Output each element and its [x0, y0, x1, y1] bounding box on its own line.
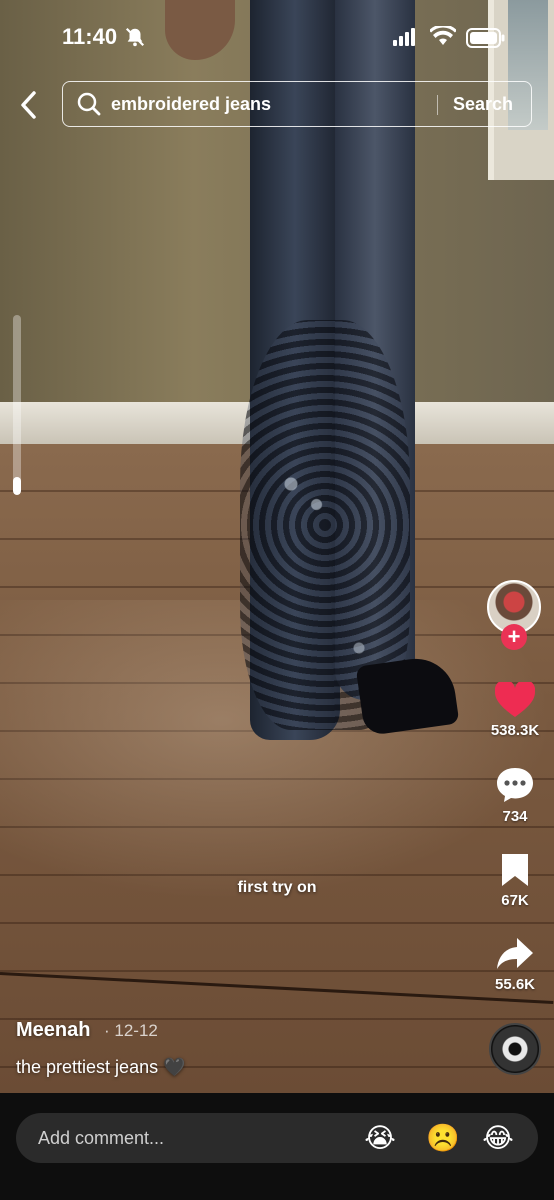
creator-avatar-group[interactable]: +: [482, 580, 548, 650]
battery-icon: [466, 28, 505, 48]
search-button[interactable]: Search: [453, 94, 513, 115]
author-name[interactable]: Meenah: [16, 1019, 90, 1042]
bell-slash-icon: [125, 27, 145, 47]
follow-plus-icon[interactable]: +: [501, 624, 527, 650]
status-time: 11:40: [62, 24, 118, 49]
search-divider: [437, 95, 438, 115]
frowning-emoji-button[interactable]: ☹️: [426, 1123, 460, 1155]
cellular-signal-icon: [393, 28, 415, 46]
comment-button[interactable]: 734: [482, 766, 548, 832]
comment-count: 734: [502, 808, 528, 825]
volume-level: [13, 477, 21, 495]
wifi-icon: [430, 26, 456, 45]
video-frame[interactable]: [0, 0, 554, 1093]
heart-icon: [495, 682, 535, 717]
music-disc-icon[interactable]: [489, 1023, 541, 1075]
search-bar[interactable]: embroidered jeans Search: [62, 81, 532, 127]
comment-bubble-icon: [497, 768, 533, 802]
volume-slider[interactable]: [13, 315, 21, 495]
post-date: · 12-12: [104, 1021, 158, 1040]
share-arrow-icon: [497, 938, 533, 969]
comment-placeholder: Add comment...: [38, 1128, 165, 1148]
search-input[interactable]: embroidered jeans: [111, 94, 271, 115]
comment-input[interactable]: Add comment... 😭 ☹️ 😂: [16, 1113, 538, 1163]
like-button[interactable]: 538.3K: [482, 682, 548, 748]
status-bar: 11:40: [0, 22, 554, 54]
comment-bar: Add comment... 😭 ☹️ 😂: [0, 1093, 554, 1200]
search-icon: [77, 92, 101, 116]
like-count: 538.3K: [490, 722, 540, 739]
tears-of-joy-emoji-button[interactable]: 😂: [482, 1123, 514, 1155]
video-overlay-text: first try on: [237, 879, 317, 896]
crying-emoji-button[interactable]: 😭: [364, 1123, 396, 1155]
video-caption: the prettiest jeans 🖤: [16, 1057, 186, 1077]
back-arrow-icon[interactable]: [14, 88, 44, 122]
share-count: 55.6K: [494, 976, 536, 993]
share-button[interactable]: 55.6K: [482, 936, 548, 1002]
